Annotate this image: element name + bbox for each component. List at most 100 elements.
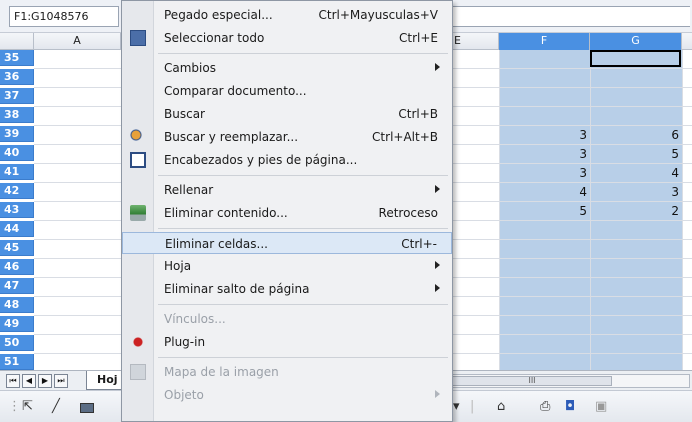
previous-sheet-button[interactable]: ◀ [22,374,36,388]
row-header[interactable]: 46 [0,259,34,275]
cell-f-value[interactable]: 3 [499,127,590,143]
cell-f-value[interactable] [499,241,590,257]
cell-g-value[interactable]: 2 [590,203,682,219]
column-header-e[interactable]: E [453,33,499,50]
cell-g-value[interactable] [590,298,682,314]
row-header[interactable]: 47 [0,278,34,294]
from-file-icon[interactable]: ⎙ [540,398,550,416]
menu-item[interactable]: Mapa de la imagen [122,361,452,383]
cell-g-value[interactable] [590,336,682,352]
text-frame-icon[interactable]: ⌂ [497,398,505,416]
menu-item-shortcut: Retroceso [378,206,438,220]
toolbar-grip-icon: ⋮ [8,399,21,414]
menu-item[interactable]: Seleccionar todo Ctrl+E [122,27,452,49]
cell-f-value[interactable] [499,355,590,370]
menu-item-label: Buscar [164,107,205,121]
column-header-f[interactable]: F [499,33,590,50]
next-sheet-button[interactable]: ▶ [38,374,52,388]
cell-f-value[interactable]: 4 [499,184,590,200]
scrollbar-thumb[interactable]: III [452,376,612,386]
cell-f-value[interactable] [499,51,590,67]
select-all-corner[interactable] [0,33,34,50]
separator-icon: | [470,399,475,414]
cell-g-value[interactable] [590,89,682,105]
menu-item[interactable]: Pegado especial... Ctrl+Mayusculas+V [122,4,452,26]
cell-f-value[interactable]: 3 [499,146,590,162]
dropdown-arrow-icon[interactable]: ▾ [453,398,460,416]
sheet-tab[interactable]: Hoj [86,371,126,390]
row-header[interactable]: 40 [0,145,34,161]
row-header[interactable]: 41 [0,164,34,180]
menu-item[interactable]: Buscar y reemplazar... Ctrl+Alt+B [122,126,452,148]
cell-g-value[interactable]: 4 [590,165,682,181]
column-header-a[interactable]: A [34,33,121,50]
cell-f-value[interactable] [499,336,590,352]
cell-g-value[interactable]: 3 [590,184,682,200]
menu-item[interactable]: Comparar documento... [122,80,452,102]
row-header[interactable]: 45 [0,240,34,256]
find-replace-icon [130,129,146,145]
menu-item[interactable]: Hoja [122,255,452,277]
extrusion-icon[interactable]: ◘ [565,398,575,416]
menu-item-label: Comparar documento... [164,84,307,98]
menu-item[interactable]: Cambios [122,57,452,79]
cell-f-value[interactable] [499,298,590,314]
row-header[interactable]: 44 [0,221,34,237]
menu-item[interactable]: Vínculos... [122,308,452,330]
row-header[interactable]: 51 [0,354,34,370]
formula-input[interactable] [447,6,690,27]
row-header[interactable]: 35 [0,50,34,66]
cell-f-value[interactable] [499,317,590,333]
row-header[interactable]: 42 [0,183,34,199]
column-header-g[interactable]: G [590,33,682,50]
menu-item[interactable]: Eliminar celdas... Ctrl+- [122,232,452,254]
row-header[interactable]: 43 [0,202,34,218]
last-sheet-button[interactable]: ⏭ [54,374,68,388]
menu-item[interactable]: Eliminar contenido... Retroceso [122,202,452,224]
menu-item[interactable]: Buscar Ctrl+B [122,103,452,125]
row-header[interactable]: 49 [0,316,34,332]
cell-f-value[interactable] [499,222,590,238]
cell-f-value[interactable] [499,89,590,105]
select-arrow-icon[interactable]: ⇱ [22,398,33,416]
menu-item-label: Eliminar contenido... [164,206,288,220]
cell-f-value[interactable] [499,108,590,124]
row-header[interactable]: 38 [0,107,34,123]
select-all-icon [130,30,146,46]
first-sheet-button[interactable]: ⏮ [6,374,20,388]
menu-item[interactable]: Objeto [122,384,452,406]
cell-g-value[interactable] [590,260,682,276]
line-icon[interactable]: ╱ [52,398,60,416]
cell-g-value[interactable] [590,317,682,333]
menu-item[interactable]: Plug-in [122,331,452,353]
menu-item[interactable]: Rellenar [122,179,452,201]
cell-f-value[interactable]: 5 [499,203,590,219]
name-box[interactable]: F1:G1048576 [9,6,119,27]
menu-item[interactable]: Encabezados y pies de página... [122,149,452,171]
cell-g-value[interactable] [590,222,682,238]
cell-f-value[interactable] [499,260,590,276]
menu-separator [158,304,448,305]
cell-g-value[interactable]: 6 [590,127,682,143]
cell-g-value[interactable] [590,355,682,370]
cell-g-value[interactable] [590,70,682,86]
cell-g-value[interactable] [590,108,682,124]
cell-g-value[interactable] [590,241,682,257]
horizontal-scrollbar[interactable]: III [447,374,690,388]
cell-g-value[interactable] [590,279,682,295]
cell-g-value[interactable]: 5 [590,146,682,162]
cell-f-value[interactable] [499,70,590,86]
delete-contents-icon [130,205,146,221]
row-header[interactable]: 36 [0,69,34,85]
row-header[interactable]: 37 [0,88,34,104]
rectangle-icon[interactable] [80,403,94,413]
row-header[interactable]: 50 [0,335,34,351]
row-header[interactable]: 39 [0,126,34,142]
menu-item-label: Mapa de la imagen [164,365,279,379]
cell-f-value[interactable]: 3 [499,165,590,181]
row-header[interactable]: 48 [0,297,34,313]
cell-f-value[interactable] [499,279,590,295]
image-icon[interactable]: ▣ [595,398,607,416]
menu-item[interactable]: Eliminar salto de página [122,278,452,300]
menu-item-shortcut: Ctrl+- [401,237,437,251]
